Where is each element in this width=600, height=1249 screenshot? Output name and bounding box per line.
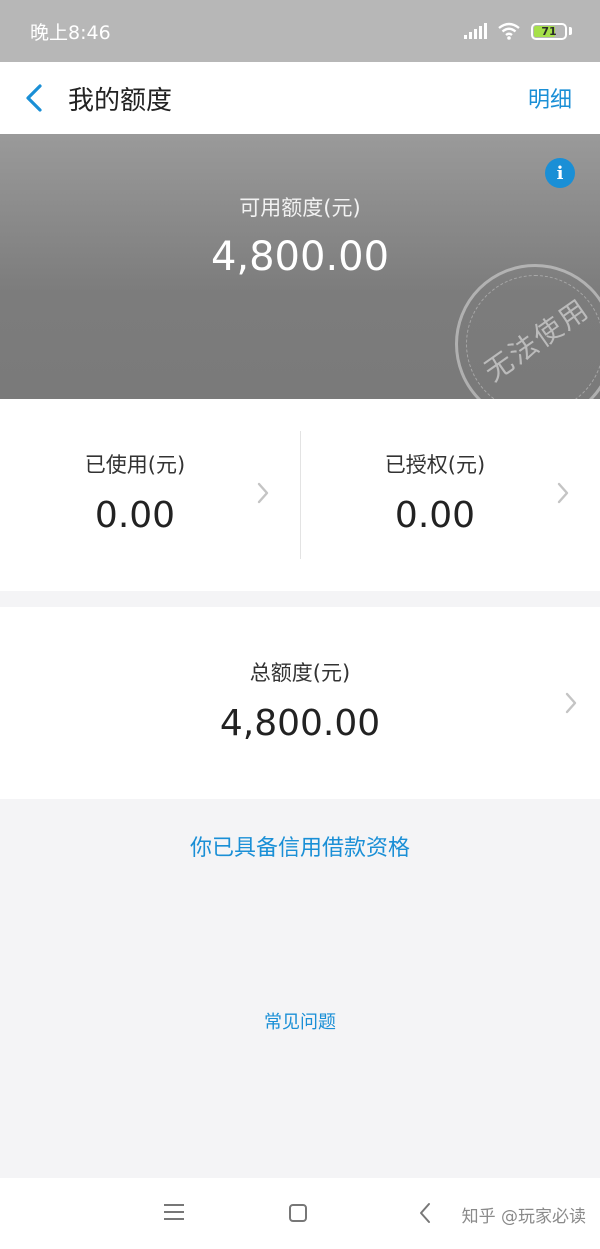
used-credit-label: 已使用(元) [84,453,186,477]
status-icons: 71 [464,22,572,40]
authorized-credit-label: 已授权(元) [384,453,486,477]
chevron-right-icon [257,482,269,504]
used-credit-value: 0.00 [94,495,176,536]
total-credit-value: 4,800.00 [219,703,381,744]
system-nav-bar: 知乎 @玩家必读 [0,1178,600,1249]
home-icon[interactable] [289,1204,307,1222]
chevron-right-icon [557,482,569,504]
signal-icon [464,23,487,39]
status-time: 晚上8:46 [30,21,111,44]
status-bar: 晚上8:46 71 [0,0,600,62]
chevron-right-icon [565,692,577,714]
available-credit-card: i 可用额度(元) 4,800.00 无法使用 [0,134,600,399]
faq-link[interactable]: 常见问题 [0,1008,600,1034]
info-icon[interactable]: i [545,158,575,188]
page-title: 我的额度 [68,85,173,116]
wifi-icon [497,22,521,40]
watermark: 知乎 @玩家必读 [461,1207,586,1227]
back-button[interactable] [4,62,64,134]
detail-link[interactable]: 明细 [528,82,572,114]
menu-icon[interactable] [164,1204,184,1225]
available-credit-label: 可用额度(元) [239,196,361,220]
battery-level: 71 [541,24,557,38]
back-icon[interactable] [418,1201,432,1225]
battery-icon: 71 [531,22,567,40]
total-credit-label: 总额度(元) [249,661,351,685]
battery-tip [569,27,572,35]
credit-stats-row: 已使用(元) 0.00 已授权(元) 0.00 [0,399,600,591]
nav-bar: 我的额度 明细 [0,62,600,134]
authorized-credit-value: 0.00 [394,495,476,536]
eligibility-text: 你已具备信用借款资格 [189,836,410,861]
used-credit-cell[interactable]: 已使用(元) 0.00 [0,399,300,591]
authorized-credit-cell[interactable]: 已授权(元) 0.00 [300,399,600,591]
total-credit-card[interactable]: 总额度(元) 4,800.00 [0,607,600,799]
unusable-stamp: 无法使用 [455,264,600,399]
chevron-left-icon [26,84,42,112]
